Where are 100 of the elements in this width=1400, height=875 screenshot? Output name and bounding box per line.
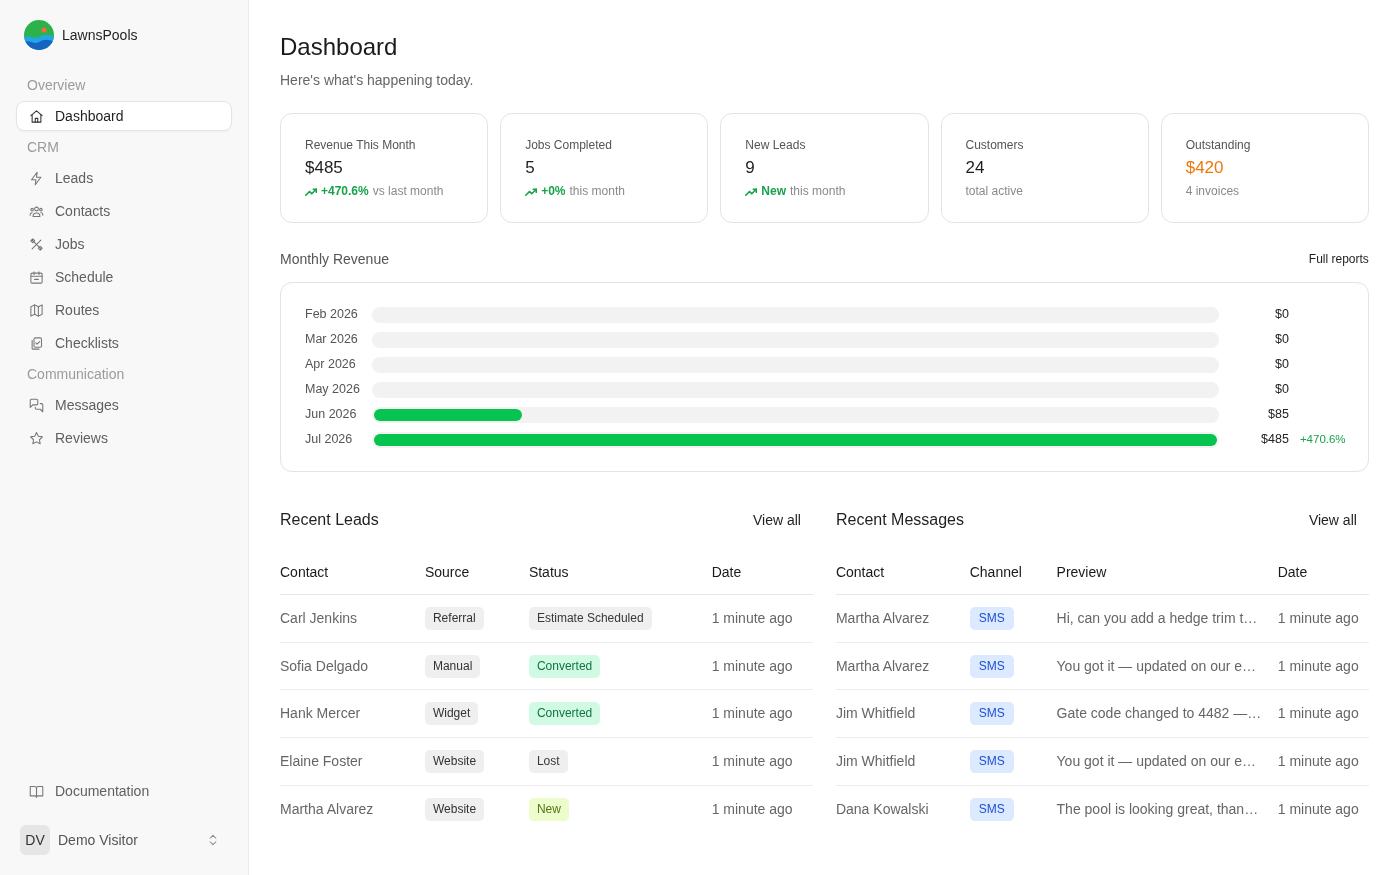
section-title: Recent Messages	[835, 510, 964, 530]
table-cell-text: Dana Kowalski	[835, 799, 929, 819]
page-title: Dashboard	[280, 32, 399, 61]
month-label: Apr 2026	[305, 356, 357, 374]
calendar-icon	[29, 269, 44, 285]
stat-value: 5	[525, 157, 536, 179]
table-cell-text: 1 minute ago	[711, 704, 793, 724]
page-subtitle: Here's what's happening today.	[280, 71, 475, 90]
amount-value: $0	[1273, 356, 1289, 374]
nav-item[interactable]: Dashboard	[16, 101, 232, 131]
month-label: Jul 2026	[305, 431, 354, 449]
channel-tag: SMS	[969, 797, 1014, 821]
table-cell-text: 1 minute ago	[711, 656, 793, 676]
nav-item[interactable]: Reviews	[16, 423, 232, 453]
nav-item[interactable]: Messages	[16, 390, 232, 420]
column-header: Date	[711, 550, 813, 595]
lightning-icon	[29, 170, 44, 186]
stat-value: 24	[965, 157, 986, 179]
column-header: Contact	[835, 550, 970, 595]
user-name: Demo Visitor	[58, 830, 139, 850]
full-reports-link[interactable]: Full reports	[1308, 250, 1369, 268]
logo-icon	[24, 20, 54, 50]
nav-item[interactable]: Documentation	[16, 776, 232, 806]
channel-tag: SMS	[969, 749, 1014, 773]
checklist-icon	[29, 335, 44, 351]
people-icon	[29, 203, 44, 219]
table-cell-text: Jim Whitfield	[835, 704, 916, 724]
status-tag: Lost	[528, 749, 568, 773]
amount-value: $0	[1273, 306, 1289, 324]
nav-item[interactable]: Schedule	[16, 262, 232, 292]
amount-value: $485	[1260, 431, 1289, 449]
table-cell-text: 1 minute ago	[1277, 656, 1359, 676]
stat-note: 4 invoices	[1185, 183, 1240, 199]
stat-change: +470.6%	[321, 183, 369, 199]
table-cell-text: 1 minute ago	[711, 751, 793, 771]
nav-section-title: Communication	[26, 365, 126, 384]
table-cell-text: Martha Alvarez	[835, 608, 930, 628]
home-icon	[29, 108, 44, 124]
stat-change: New	[761, 183, 787, 199]
amount-value: $0	[1273, 381, 1289, 399]
nav-item[interactable]: Routes	[16, 295, 232, 325]
table-cell-text: Sofia Delgado	[280, 656, 368, 676]
month-label: Feb 2026	[305, 306, 359, 324]
stat-value: $485	[305, 157, 344, 179]
channel-tag: SMS	[969, 702, 1014, 726]
section-title: Monthly Revenue	[280, 250, 389, 269]
column-header: Channel	[969, 550, 1057, 595]
book-icon	[29, 783, 44, 799]
month-label: May 2026	[305, 381, 361, 399]
source-tag: Widget	[424, 702, 479, 726]
brand-name: LawnsPools	[62, 25, 138, 45]
amount-value: $85	[1267, 406, 1289, 424]
table-cell-text: Elaine Foster	[280, 751, 363, 771]
column-header: Preview	[1056, 550, 1278, 595]
table-cell-text: Carl Jenkins	[280, 608, 358, 628]
table-cell-text: The pool is looking great, than…	[1056, 799, 1259, 819]
table-cell-text: You got it — updated on our e…	[1056, 751, 1257, 771]
nav-section-title: Overview	[26, 76, 87, 95]
status-tag: New	[528, 797, 569, 821]
user-avatar: DV	[20, 825, 50, 855]
nav-section-title: CRM	[26, 138, 60, 157]
column-header: Contact	[280, 550, 425, 595]
change-value: +470.6%	[1298, 431, 1344, 447]
table-cell-text: Martha Alvarez	[280, 799, 374, 819]
channel-tag: SMS	[969, 654, 1014, 678]
stat-note: this month	[569, 183, 625, 199]
view-all-link[interactable]: View all	[1308, 509, 1369, 531]
stat-label: Customers	[965, 137, 1025, 153]
source-tag: Referral	[424, 606, 484, 630]
stat-label: Outstanding	[1185, 137, 1252, 153]
table-cell-text: Hank Mercer	[280, 704, 361, 724]
source-tag: Manual	[424, 654, 481, 678]
nav-item[interactable]: Checklists	[16, 328, 232, 358]
nav-item[interactable]: Jobs	[16, 229, 232, 259]
trend-up-icon	[745, 186, 758, 196]
channel-tag: SMS	[969, 606, 1014, 630]
source-tag: Website	[424, 749, 485, 773]
trend-up-icon	[525, 186, 538, 196]
table-cell-text: 1 minute ago	[1277, 608, 1359, 628]
amount-value: $0	[1273, 331, 1289, 349]
stat-value: 9	[745, 157, 756, 179]
column-header: Status	[528, 550, 712, 595]
trend-up-icon	[305, 186, 317, 196]
table-cell-text: Gate code changed to 4482 —…	[1056, 704, 1262, 724]
table-cell-text: Hi, can you add a hedge trim t…	[1056, 608, 1258, 628]
table-cell-text: Martha Alvarez	[835, 656, 930, 676]
stat-change: +0%	[541, 183, 566, 199]
stat-label: Revenue This Month	[305, 137, 417, 153]
table-cell-text: 1 minute ago	[711, 608, 793, 628]
map-icon	[29, 302, 44, 318]
stat-label: Jobs Completed	[525, 137, 613, 153]
section-title: Recent Leads	[280, 510, 379, 530]
nav-item[interactable]: Contacts	[16, 196, 232, 226]
column-header: Date	[1277, 550, 1369, 595]
star-icon	[29, 430, 44, 446]
chat-icon	[29, 397, 44, 413]
table-cell-text: 1 minute ago	[1277, 799, 1359, 819]
view-all-link[interactable]: View all	[752, 509, 813, 531]
nav-item[interactable]: Leads	[16, 163, 232, 193]
table-cell-text: 1 minute ago	[1277, 704, 1359, 724]
